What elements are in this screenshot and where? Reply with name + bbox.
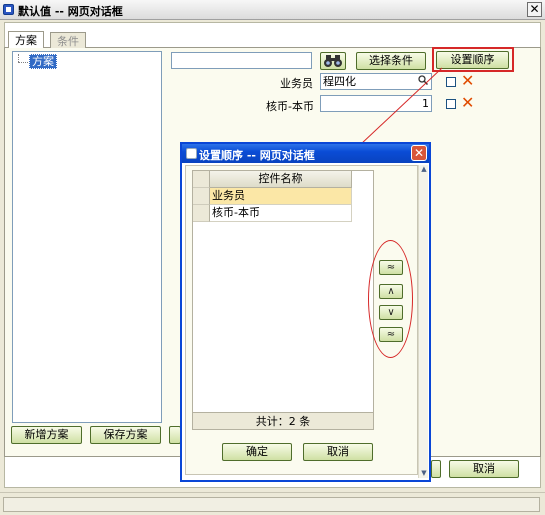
field-label-salesman: 业务员 [280,77,313,90]
remove-currency-icon[interactable]: ✕ [461,95,474,111]
tab-scheme[interactable]: 方案 [8,31,44,48]
tab-condition[interactable]: 条件 [50,32,86,48]
dialog-cancel-button[interactable]: 取消 [303,443,373,461]
tree-node-scheme[interactable]: 方案 [29,54,57,69]
scroll-up-icon[interactable]: ▲ [419,165,429,173]
status-bar [0,492,545,515]
dialog-window-icon [186,148,197,159]
main-window-title: 默认值 -- 网页对话框 [18,5,123,18]
window-icon [3,4,14,15]
dialog-scrollbar[interactable]: ▲ ▼ [418,165,428,478]
highlight-ellipse [368,240,413,358]
field-label-currency: 核币-本币 [266,100,314,113]
grid-column-header[interactable]: 控件名称 [210,171,352,188]
search-input[interactable] [171,52,312,69]
table-row[interactable]: 核币-本币 [210,205,352,222]
tree-connector [18,54,19,62]
grid-corner [193,171,210,188]
dialog-title: 设置顺序 -- 网页对话框 [199,149,315,162]
grid-total: 共计：2 条 [193,412,373,429]
main-close-icon[interactable]: ✕ [527,2,542,17]
ok-button-stub[interactable] [431,460,441,478]
dialog-close-icon[interactable]: ✕ [411,145,427,161]
save-scheme-button[interactable]: 保存方案 [90,426,161,444]
main-cancel-button[interactable]: 取消 [449,460,519,478]
scroll-down-icon[interactable]: ▼ [419,469,429,477]
row-header[interactable] [193,205,210,222]
row-header[interactable] [193,188,210,205]
table-row[interactable]: 业务员 [210,188,352,205]
dialog-ok-button[interactable]: 确定 [222,443,292,461]
remove-salesman-icon[interactable]: ✕ [461,73,474,89]
scheme-tree[interactable] [12,51,162,423]
tree-connector [18,62,28,63]
add-scheme-button[interactable]: 新增方案 [11,426,82,444]
